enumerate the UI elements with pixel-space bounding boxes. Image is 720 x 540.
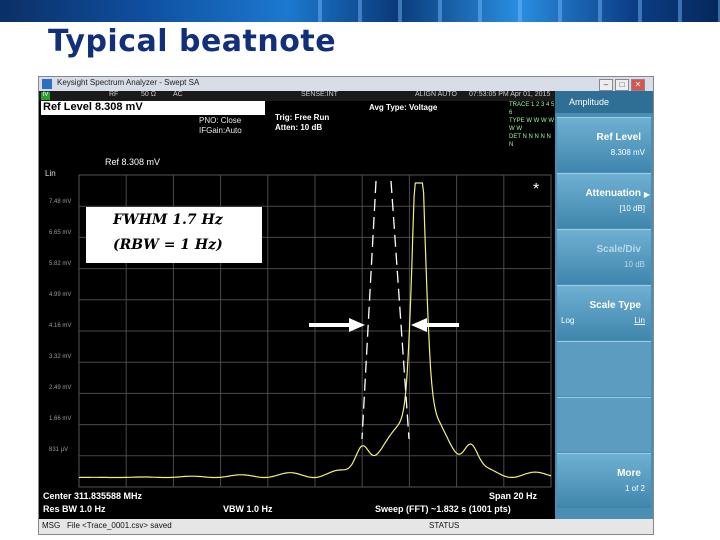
sense-label: SENSE:INT [301, 91, 338, 98]
softkey-label: Scale/Div [596, 244, 641, 255]
analyzer-screen: Keysight Spectrum Analyzer - Swept SA – … [38, 76, 654, 535]
y-tick: 4.16 mV [49, 323, 72, 329]
vbw: VBW 1.0 Hz [223, 504, 273, 514]
maximize-button[interactable]: □ [615, 79, 629, 91]
softkey-value: 8.308 mV [610, 148, 645, 157]
softkey-menu-title: Amplitude [555, 91, 653, 113]
rbw-text: (RBW = 1 Hz) [113, 237, 223, 253]
menu-title-text: Amplitude [569, 97, 610, 107]
spectrum-plot: Lin Ref 8.308 mV * 7.48 mV 6.65 mV 5.82 … [39, 139, 555, 489]
status-line: IV RF 50 Ω AC SENSE:INT ALIGN AUTO 07:53… [39, 91, 555, 101]
measurement-header: Ref Level 8.308 mV PNO: Close IFGain:Aut… [39, 101, 555, 148]
atten-label: Atten: 10 dB [275, 123, 323, 132]
res-bw: Res BW 1.0 Hz [43, 504, 106, 514]
marker-star: * [533, 181, 540, 198]
softkey-attenuation[interactable]: Attenuation [10 dB] ▶ [557, 173, 651, 228]
softkey-scale-type[interactable]: Scale Type Log Lin [557, 285, 651, 340]
header-banner [0, 0, 720, 22]
y-tick: 6.65 mV [49, 230, 72, 236]
softkey-blank[interactable] [557, 397, 651, 452]
softkey-option-log: Log [561, 316, 575, 325]
softkey-label: Ref Level [596, 132, 641, 143]
status-message: File <Trace_0001.csv> saved [67, 521, 172, 530]
avg-type-label: Avg Type: Voltage [369, 103, 438, 112]
scale-mode-label: Lin [45, 169, 56, 178]
softkey-value: 10 dB [624, 260, 645, 269]
softkey-more[interactable]: More 1 of 2 [557, 453, 651, 508]
fwhm-annotation: FWHM 1.7 Hz (RBW = 1 Hz) [86, 207, 262, 263]
minimize-button[interactable]: – [599, 79, 613, 91]
center-frequency: Center 311.835588 MHz [43, 491, 143, 501]
softkey-panel: Amplitude Ref Level 8.308 mV Attenuation… [555, 91, 653, 519]
softkey-scale-div[interactable]: Scale/Div 10 dB [557, 229, 651, 284]
ref-level-label: Ref 8.308 mV [105, 157, 161, 167]
msg-label: MSG [42, 521, 61, 530]
spectrum-graticule [78, 174, 552, 488]
y-tick: 5.82 mV [49, 261, 72, 267]
impedance-label: 50 Ω [141, 91, 156, 98]
align-label: ALIGN AUTO [415, 91, 457, 98]
softkey-value: 1 of 2 [624, 484, 645, 493]
softkey-option-lin: Lin [634, 316, 645, 325]
y-tick: 3.32 mV [49, 354, 72, 360]
window-titlebar: Keysight Spectrum Analyzer - Swept SA – … [39, 77, 653, 91]
rf-label: RF [109, 91, 119, 98]
ref-level-text: Ref Level 8.308 mV [43, 101, 143, 113]
status-label: STATUS [429, 521, 460, 530]
softkey-label: Scale Type [589, 300, 641, 311]
timestamp: 07:53:05 PM Apr 01, 2015 [469, 91, 551, 98]
trace-table: TRACE 1 2 3 4 5 6 TYPE W W W W W W DET N… [509, 101, 555, 148]
window-title: Keysight Spectrum Analyzer - Swept SA [57, 78, 200, 87]
trace-row: TRACE 1 2 3 4 5 6 [509, 102, 555, 116]
coupling-label: AC [173, 91, 183, 98]
close-button[interactable]: ✕ [631, 79, 645, 91]
y-tick: 4.99 mV [49, 292, 72, 298]
y-tick: 7.48 mV [49, 199, 72, 205]
span: Span 20 Hz [489, 491, 538, 501]
status-indicator: IV [41, 92, 50, 100]
softkey-value: [10 dB] [619, 204, 645, 213]
y-tick: 1.66 mV [49, 416, 72, 422]
trig-label: Trig: Free Run [275, 113, 330, 122]
softkey-blank[interactable] [557, 341, 651, 396]
softkey-ref-level[interactable]: Ref Level 8.308 mV [557, 117, 651, 172]
softkey-label: More [617, 468, 641, 479]
measurement-footer: Center 311.835588 MHz Res BW 1.0 Hz VBW … [39, 489, 555, 519]
banner-pattern [300, 0, 720, 22]
if-gain-label: IFGain:Auto [199, 126, 242, 135]
y-tick: 2.49 mV [49, 385, 72, 391]
ref-level-readout: Ref Level 8.308 mV [41, 101, 265, 115]
status-bar: MSG File <Trace_0001.csv> saved STATUS [39, 519, 653, 534]
pno-label: PNO: Close [199, 116, 242, 125]
submenu-arrow-icon: ▶ [643, 190, 650, 199]
y-tick: 831 µV [49, 447, 69, 453]
fwhm-text: FWHM 1.7 Hz [113, 212, 223, 228]
trace-row: TYPE W W W W W W [509, 118, 554, 132]
sweep-time: Sweep (FFT) ~1.832 s (1001 pts) [375, 504, 511, 514]
softkey-label: Attenuation [585, 188, 641, 199]
app-icon [42, 79, 52, 89]
slide-title: Typical beatnote [48, 24, 337, 59]
